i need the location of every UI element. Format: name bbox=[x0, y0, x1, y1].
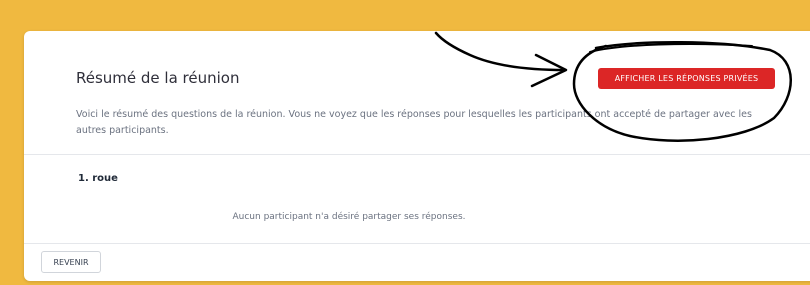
back-button[interactable]: REVENIR bbox=[41, 251, 101, 273]
no-answers-message: Aucun participant n'a désiré partager se… bbox=[232, 212, 466, 222]
show-private-answers-button[interactable]: AFFICHER LES RÉPONSES PRIVÉES bbox=[598, 68, 775, 89]
section-divider bbox=[24, 154, 810, 155]
meeting-summary-card: Résumé de la réunion AFFICHER LES RÉPONS… bbox=[24, 31, 810, 281]
question-title: 1. roue bbox=[78, 173, 118, 184]
footer-divider bbox=[24, 243, 810, 244]
page-title: Résumé de la réunion bbox=[76, 69, 240, 87]
summary-description: Voici le résumé des questions de la réun… bbox=[76, 109, 752, 136]
